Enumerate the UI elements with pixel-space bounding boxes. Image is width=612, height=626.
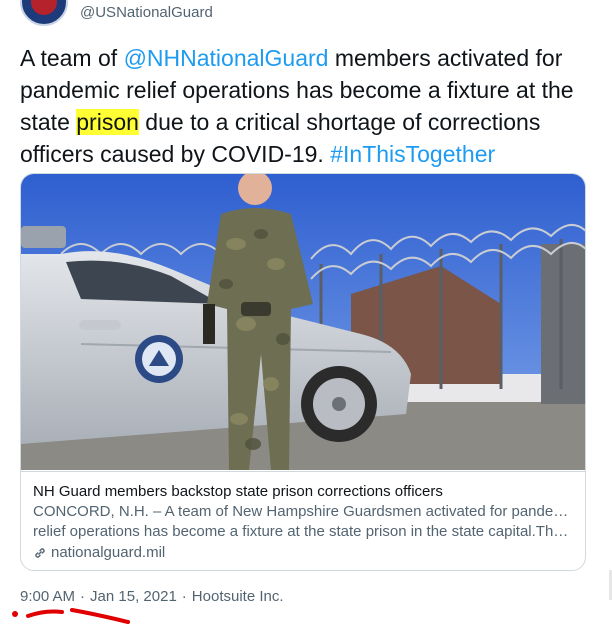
card-link[interactable]: nationalguard.mil xyxy=(33,542,575,564)
tweet-text-pre: A team of xyxy=(20,45,124,71)
card-description-line: CONCORD, N.H. – A team of New Hampshire … xyxy=(33,503,575,520)
link-icon xyxy=(35,548,45,558)
tweet-text: A team of @NHNationalGuard members activ… xyxy=(20,42,590,170)
mention-link[interactable]: @NHNationalGuard xyxy=(124,45,329,71)
highlighted-word: prison xyxy=(76,109,139,135)
tweet-source[interactable]: Hootsuite Inc. xyxy=(192,588,284,605)
card-description-line: relief operations has become a fixture a… xyxy=(33,523,575,540)
card-link-domain[interactable]: nationalguard.mil xyxy=(51,542,165,564)
hashtag-link[interactable]: #InThisTogether xyxy=(330,141,495,167)
red-underline-annotation xyxy=(12,608,130,624)
avatar[interactable] xyxy=(20,0,68,26)
author-handle[interactable]: @USNationalGuard xyxy=(80,4,213,21)
card-description: CONCORD, N.H. – A team of New Hampshire … xyxy=(33,502,575,542)
link-card[interactable]: NH Guard members backstop state prison c… xyxy=(20,173,586,571)
card-title[interactable]: NH Guard members backstop state prison c… xyxy=(33,482,575,502)
card-body[interactable]: NH Guard members backstop state prison c… xyxy=(21,471,585,570)
card-photo[interactable] xyxy=(21,174,586,470)
